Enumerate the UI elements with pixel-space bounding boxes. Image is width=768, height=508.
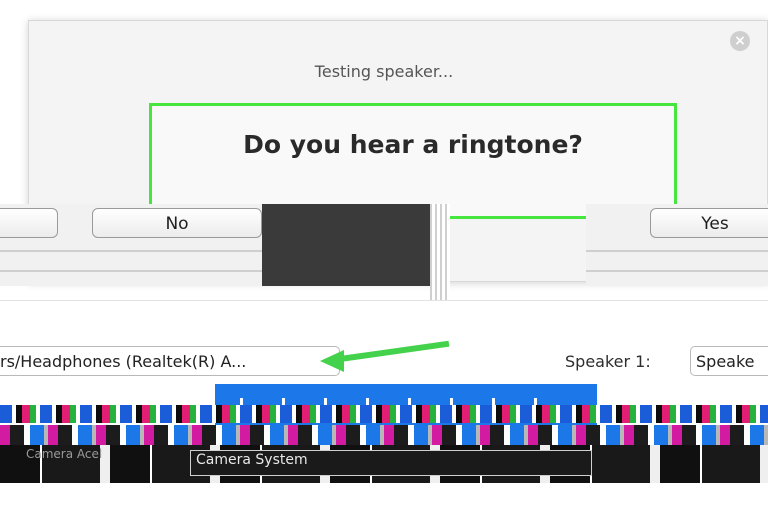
corrupted-row bbox=[0, 425, 768, 445]
prompt-highlight-box bbox=[149, 103, 677, 219]
yes-button[interactable]: Yes bbox=[650, 208, 768, 238]
corrupted-input-text: Camera System bbox=[196, 452, 308, 468]
arrow-head bbox=[320, 350, 344, 372]
corrupted-label: Camera Acel bbox=[26, 447, 103, 461]
strip-divider bbox=[586, 250, 768, 272]
speaker-label: Speaker 1: bbox=[565, 352, 651, 371]
speaker-device-select[interactable]: rs/Headphones (Realtek(R) A... bbox=[0, 346, 340, 376]
corrupted-row bbox=[0, 405, 768, 423]
status-text: Testing speaker... bbox=[314, 62, 454, 81]
ringtone-prompt: Do you hear a ringtone? bbox=[243, 130, 583, 159]
render-glitch-block bbox=[262, 204, 446, 286]
partial-button[interactable] bbox=[0, 208, 58, 238]
speaker-output-select[interactable]: Speake bbox=[690, 346, 768, 376]
no-button[interactable]: No bbox=[92, 208, 262, 238]
close-icon[interactable]: × bbox=[730, 31, 750, 51]
bottom-area bbox=[0, 483, 768, 508]
